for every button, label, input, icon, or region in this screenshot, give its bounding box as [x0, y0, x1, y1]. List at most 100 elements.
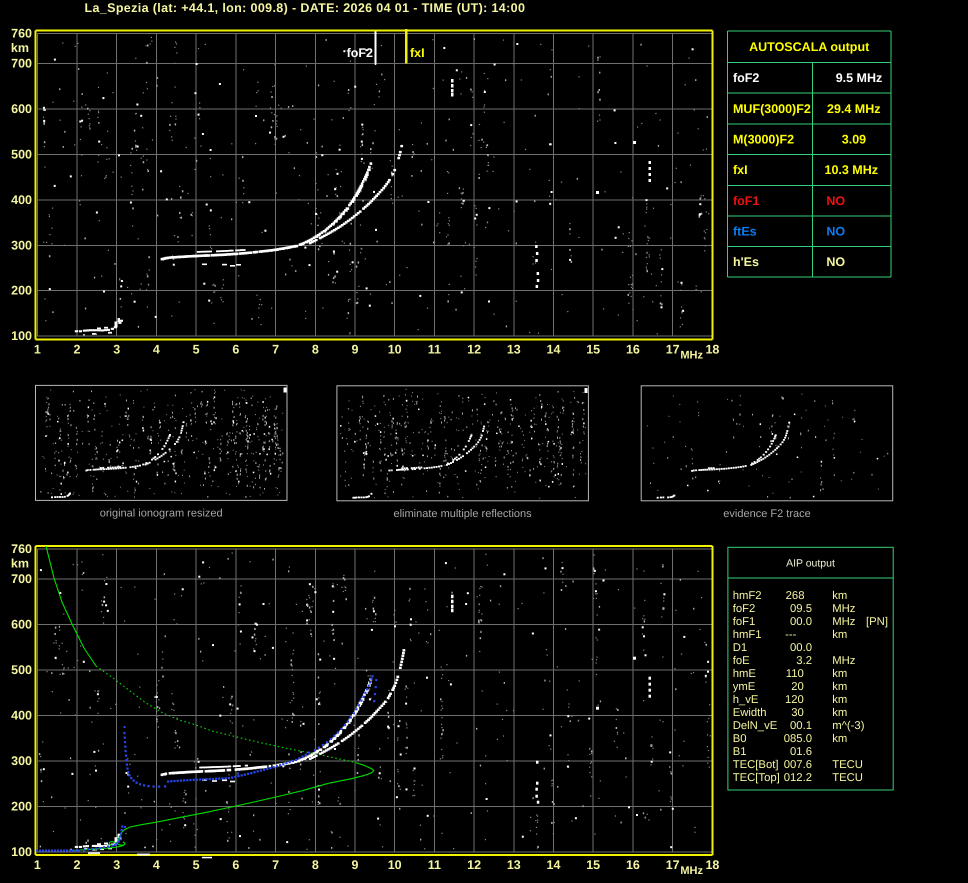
svg-text:foF2: foF2: [347, 46, 373, 60]
svg-text:fxI: fxI: [410, 46, 425, 60]
svg-text:foF1: foF1: [733, 194, 759, 208]
svg-text:760: 760: [11, 542, 32, 556]
svg-text:10.3 MHz: 10.3 MHz: [825, 163, 879, 177]
svg-text:3: 3: [113, 858, 120, 872]
svg-text:foF2: foF2: [733, 603, 756, 615]
svg-text:7: 7: [272, 343, 279, 357]
svg-text:AIP output: AIP output: [786, 558, 835, 570]
svg-text:4: 4: [153, 343, 160, 357]
svg-text:km: km: [832, 694, 847, 706]
svg-text:8: 8: [312, 858, 319, 872]
svg-text:5: 5: [193, 858, 200, 872]
svg-text:km: km: [11, 41, 29, 55]
svg-text:5: 5: [193, 343, 200, 357]
svg-text:original ionogram resized: original ionogram resized: [100, 507, 223, 519]
svg-text:16: 16: [626, 343, 640, 357]
svg-text:B1: B1: [733, 746, 747, 758]
svg-text:foF2: foF2: [733, 71, 759, 85]
svg-text:M(3000)F2: M(3000)F2: [733, 133, 794, 147]
svg-text:hmF2: hmF2: [733, 590, 762, 602]
svg-text:[PN]: [PN]: [866, 616, 888, 628]
svg-text:MHz: MHz: [832, 603, 856, 615]
svg-text:eliminate multiple reflections: eliminate multiple reflections: [394, 508, 533, 520]
svg-text:700: 700: [11, 572, 32, 586]
svg-text:h_vE: h_vE: [733, 694, 759, 706]
svg-text:foF1: foF1: [733, 616, 756, 628]
svg-text:D1: D1: [733, 642, 747, 654]
svg-text:00.0: 00.0: [790, 642, 812, 654]
svg-text:hmF1: hmF1: [733, 629, 762, 641]
svg-text:012.2: 012.2: [784, 772, 812, 784]
svg-text:18: 18: [705, 343, 719, 357]
svg-text:13: 13: [507, 343, 521, 357]
svg-text:km: km: [832, 707, 847, 719]
svg-text:00.1: 00.1: [790, 720, 812, 732]
svg-text:hmE: hmE: [733, 668, 757, 680]
svg-text:12: 12: [467, 343, 481, 357]
svg-text:TECU: TECU: [832, 759, 863, 771]
svg-text:km: km: [832, 590, 847, 602]
svg-text:100: 100: [11, 845, 32, 859]
svg-text:17: 17: [666, 858, 680, 872]
svg-text:NO: NO: [826, 224, 845, 238]
svg-text:200: 200: [11, 799, 32, 813]
svg-text:MHz: MHz: [680, 865, 703, 877]
svg-text:3.2: 3.2: [796, 655, 812, 667]
svg-text:MUF(3000)F2: MUF(3000)F2: [733, 102, 811, 116]
svg-text:TEC[Bot]: TEC[Bot]: [733, 759, 779, 771]
svg-text:10: 10: [388, 858, 402, 872]
svg-text:6: 6: [232, 858, 239, 872]
svg-text:TEC[Top]: TEC[Top]: [733, 772, 780, 784]
svg-text:3.09: 3.09: [842, 133, 866, 147]
svg-text:085.0: 085.0: [784, 733, 812, 745]
svg-text:foE: foE: [733, 655, 750, 667]
svg-text:fxI: fxI: [733, 163, 748, 177]
svg-text:B0: B0: [733, 733, 747, 745]
svg-text:MHz: MHz: [832, 616, 856, 628]
svg-text:14: 14: [547, 858, 561, 872]
svg-text:760: 760: [11, 26, 32, 40]
svg-text:120: 120: [785, 694, 804, 706]
svg-text:evidence F2 trace: evidence F2 trace: [723, 508, 810, 520]
svg-text:268: 268: [786, 590, 805, 602]
svg-text:400: 400: [11, 709, 32, 723]
svg-text:110: 110: [786, 668, 804, 680]
svg-text:TECU: TECU: [832, 772, 863, 784]
svg-text:4: 4: [153, 858, 160, 872]
svg-text:---: ---: [785, 629, 797, 641]
svg-text:01.6: 01.6: [790, 746, 812, 758]
svg-text:500: 500: [11, 663, 32, 677]
svg-text:MHz: MHz: [680, 350, 703, 362]
svg-text:NO: NO: [826, 255, 845, 269]
svg-text:1: 1: [34, 343, 41, 357]
svg-text:ymE: ymE: [733, 681, 756, 693]
svg-text:12: 12: [467, 858, 481, 872]
svg-text:2: 2: [74, 343, 81, 357]
svg-text:km: km: [832, 733, 847, 745]
svg-text:30: 30: [791, 707, 804, 719]
svg-text:400: 400: [11, 193, 32, 207]
svg-text:6: 6: [232, 343, 239, 357]
svg-text:7: 7: [272, 858, 279, 872]
svg-text:3: 3: [113, 343, 120, 357]
svg-text:300: 300: [11, 238, 32, 252]
svg-text:km: km: [832, 668, 847, 680]
svg-text:11: 11: [428, 858, 441, 872]
svg-text:700: 700: [11, 56, 32, 70]
svg-text:km: km: [11, 557, 29, 571]
svg-text:600: 600: [11, 618, 32, 632]
svg-text:20: 20: [791, 681, 804, 693]
svg-text:10: 10: [388, 343, 402, 357]
svg-text:29.4 MHz: 29.4 MHz: [827, 102, 881, 116]
svg-text:NO: NO: [826, 194, 845, 208]
svg-text:2: 2: [74, 858, 81, 872]
svg-text:km: km: [832, 681, 847, 693]
svg-text:AUTOSCALA output: AUTOSCALA output: [749, 40, 870, 54]
svg-text:500: 500: [11, 147, 32, 161]
svg-text:ftEs: ftEs: [733, 224, 757, 238]
svg-text:300: 300: [11, 754, 32, 768]
svg-text:1: 1: [34, 858, 41, 872]
svg-text:11: 11: [428, 343, 441, 357]
svg-text:17: 17: [666, 343, 680, 357]
svg-text:15: 15: [586, 858, 600, 872]
